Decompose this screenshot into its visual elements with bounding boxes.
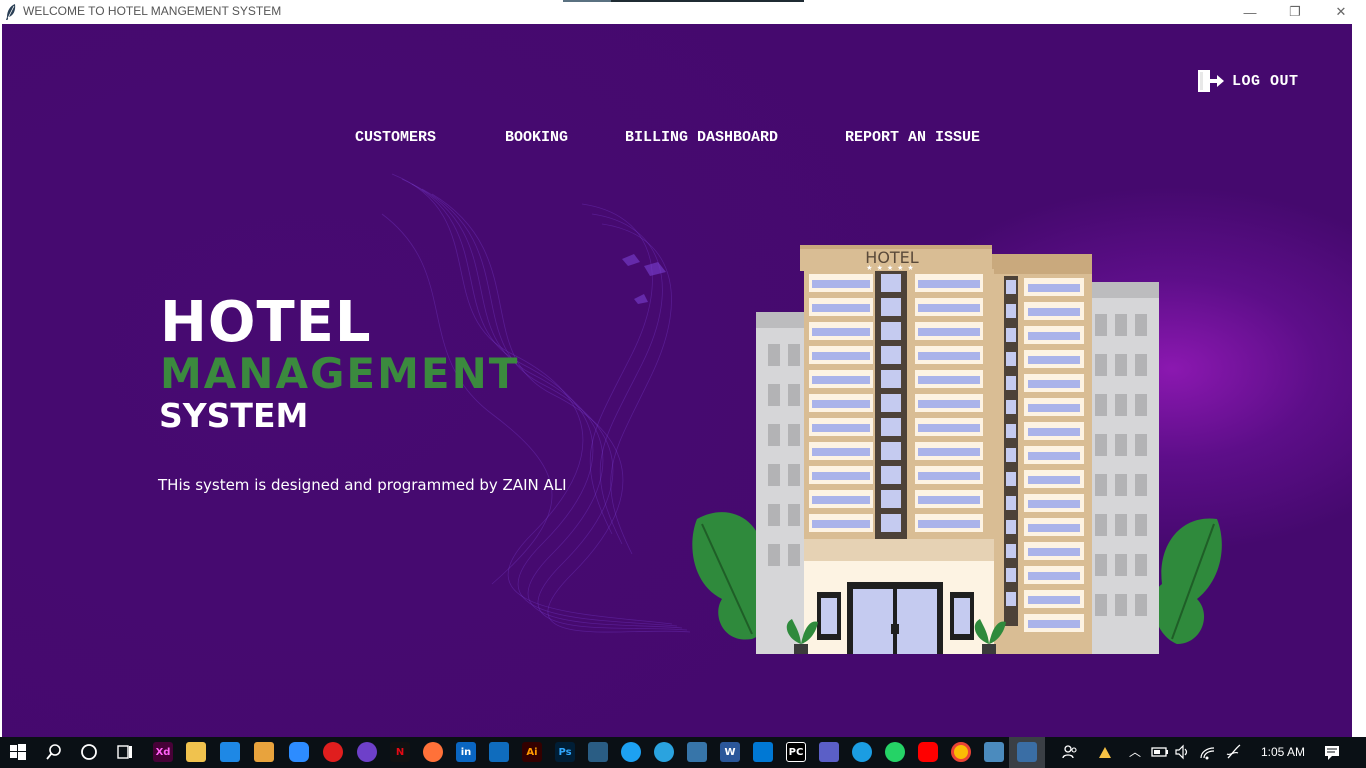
restore-button[interactable]: ❐ bbox=[1272, 0, 1318, 24]
illustrator-icon[interactable]: Ai bbox=[522, 742, 542, 762]
windows-taskbar: Xd N in Ai Ps W PC ︿ 1:05 AM bbox=[0, 737, 1366, 768]
feather-icon bbox=[6, 4, 16, 20]
nav-booking[interactable]: BOOKING bbox=[505, 129, 568, 146]
minimize-button[interactable]: — bbox=[1227, 0, 1273, 24]
close-button[interactable]: ✕ bbox=[1318, 0, 1364, 24]
window-titlebar: WELCOME TO HOTEL MANGEMENT SYSTEM — ❐ ✕ bbox=[0, 0, 1366, 24]
search-icon[interactable] bbox=[44, 742, 64, 762]
chrome-icon[interactable] bbox=[951, 742, 971, 762]
svg-text:★★★★★: ★★★★★ bbox=[866, 264, 917, 272]
adobe-xd-icon[interactable]: Xd bbox=[153, 742, 173, 762]
vscode-icon[interactable] bbox=[753, 742, 773, 762]
nav-billing-dashboard[interactable]: BILLING DASHBOARD bbox=[625, 129, 778, 146]
title-progress-indicator bbox=[563, 0, 804, 2]
logout-label: LOG OUT bbox=[1232, 72, 1299, 90]
outlook-icon[interactable] bbox=[489, 742, 509, 762]
tkinter-app-icon[interactable] bbox=[1017, 742, 1037, 762]
firefox-icon[interactable] bbox=[423, 742, 443, 762]
night-light-icon[interactable] bbox=[1095, 742, 1115, 762]
netflix-icon[interactable]: N bbox=[390, 742, 410, 762]
youtube-icon[interactable] bbox=[918, 742, 938, 762]
start-icon[interactable] bbox=[8, 742, 28, 762]
logout-icon bbox=[1198, 70, 1224, 92]
wifi-icon[interactable] bbox=[1198, 742, 1218, 762]
people-icon[interactable] bbox=[1060, 742, 1080, 762]
notifications-icon[interactable] bbox=[1322, 742, 1342, 762]
opera-icon[interactable] bbox=[323, 742, 343, 762]
hero-title-system: SYSTEM bbox=[159, 396, 309, 435]
store-icon[interactable] bbox=[254, 742, 274, 762]
python-icon[interactable] bbox=[984, 742, 1004, 762]
main-window: LOG OUT CUSTOMERS BOOKING BILLING DASHBO… bbox=[2, 24, 1352, 737]
pycharm-icon[interactable]: PC bbox=[786, 742, 806, 762]
volume-icon[interactable] bbox=[1173, 742, 1193, 762]
hero-title-hotel: HOTEL bbox=[160, 290, 372, 355]
word-icon[interactable]: W bbox=[720, 742, 740, 762]
credit-text: THis system is designed and programmed b… bbox=[158, 476, 567, 494]
logout-button[interactable]: LOG OUT bbox=[1196, 69, 1299, 93]
teams-icon[interactable] bbox=[819, 742, 839, 762]
battery-icon bbox=[1151, 747, 1168, 757]
python-idle-icon[interactable] bbox=[687, 742, 707, 762]
edge-icon[interactable] bbox=[852, 742, 872, 762]
nav-report-an-issue[interactable]: REPORT AN ISSUE bbox=[845, 129, 980, 146]
leaf-right-illustration bbox=[1153, 518, 1222, 644]
window-title: WELCOME TO HOTEL MANGEMENT SYSTEM bbox=[23, 4, 282, 18]
file-explorer-icon[interactable] bbox=[186, 742, 206, 762]
github-icon[interactable] bbox=[357, 742, 377, 762]
nav-customers[interactable]: CUSTOMERS bbox=[355, 129, 436, 146]
network-app-icon[interactable] bbox=[588, 742, 608, 762]
photoshop-icon[interactable]: Ps bbox=[555, 742, 575, 762]
mail-icon[interactable] bbox=[220, 742, 240, 762]
twitter-icon[interactable] bbox=[621, 742, 641, 762]
hotel-building-illustration: HOTEL ★★★★★ bbox=[692, 245, 1222, 654]
cortana-icon[interactable] bbox=[79, 742, 99, 762]
pen-ink-icon[interactable] bbox=[1224, 742, 1244, 762]
telegram-icon[interactable] bbox=[654, 742, 674, 762]
hero-title-management: MANAGEMENT bbox=[160, 349, 520, 398]
zoom-icon[interactable] bbox=[289, 742, 309, 762]
clock-time[interactable]: 1:05 AM bbox=[1261, 745, 1305, 759]
task-view-icon[interactable] bbox=[115, 742, 135, 762]
linkedin-icon[interactable]: in bbox=[456, 742, 476, 762]
whatsapp-icon[interactable] bbox=[885, 742, 905, 762]
chevron-up-icon[interactable]: ︿ bbox=[1129, 743, 1141, 760]
